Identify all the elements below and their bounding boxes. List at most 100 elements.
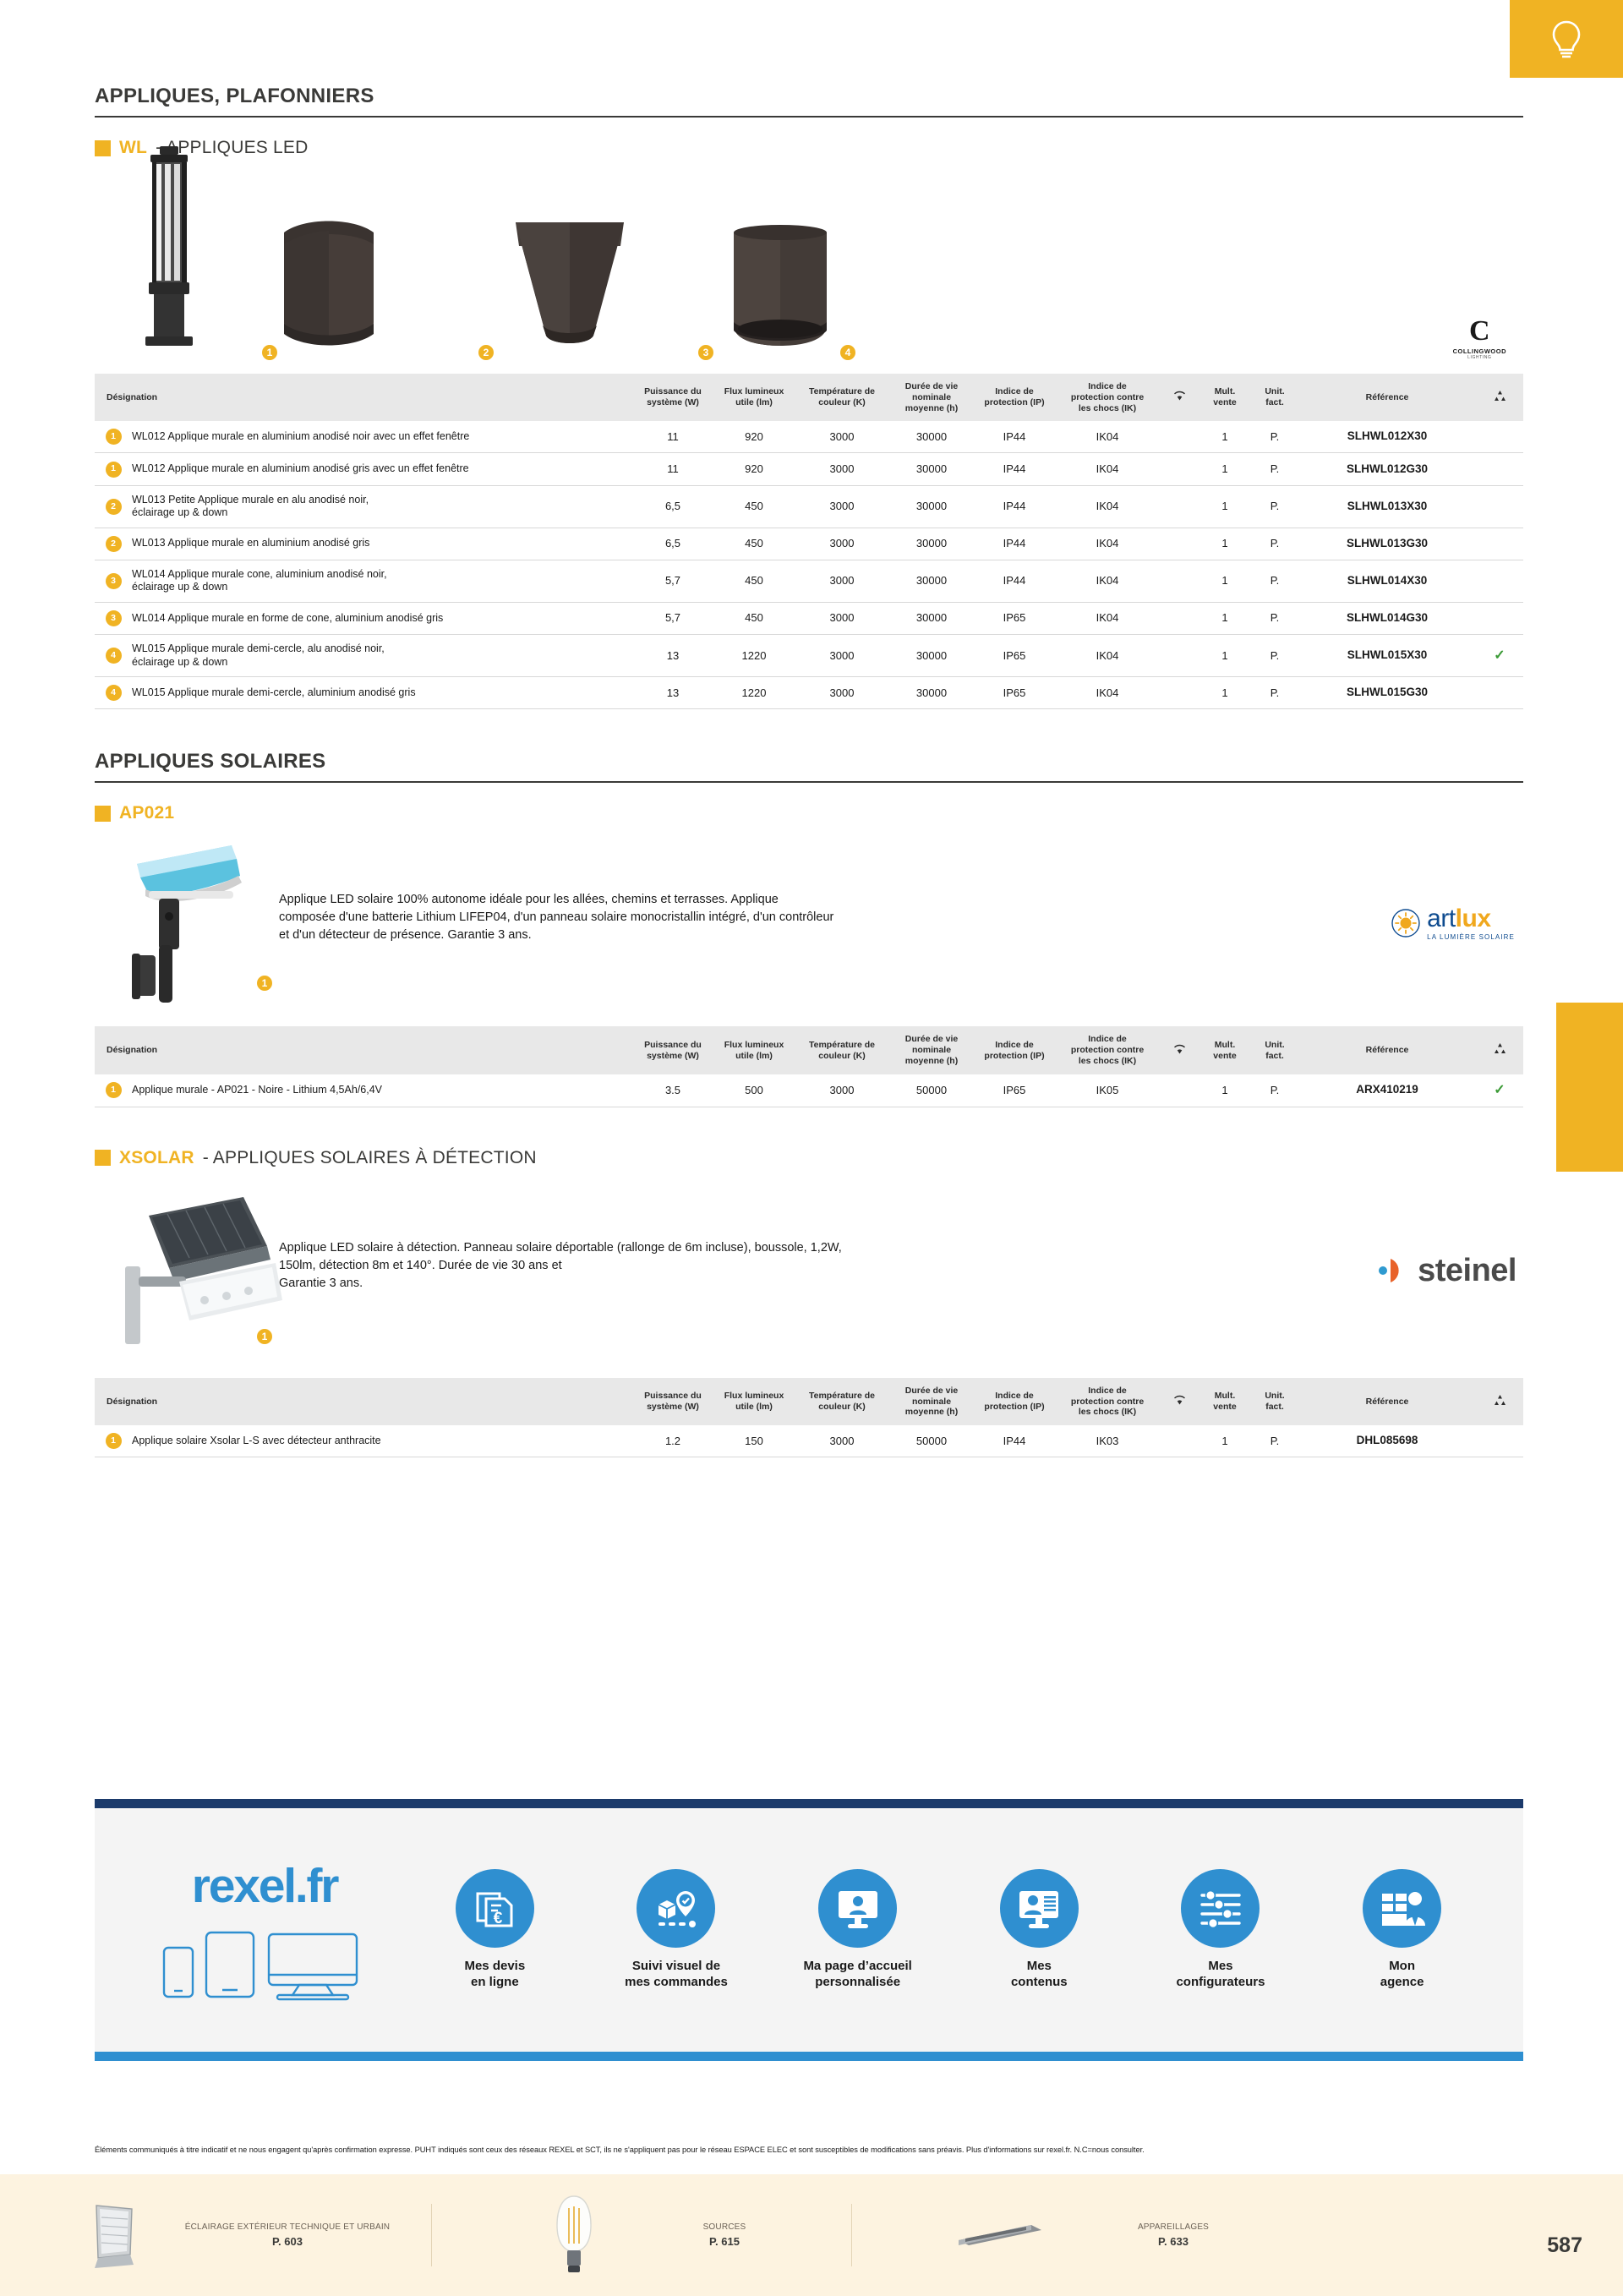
service-item-configurators[interactable]: Mes configurateurs <box>1149 1869 1292 1990</box>
th-unit: Unit. fact. <box>1251 1026 1298 1074</box>
page-content: APPLIQUES, PLAFONNIERS WL - APPLIQUES LE… <box>95 0 1523 1458</box>
wifi-icon <box>1173 1044 1185 1054</box>
row-index-bullet: 2 <box>105 535 122 552</box>
yellow-square-marker <box>95 805 111 822</box>
cell-ip: IP65 <box>974 676 1055 710</box>
service-item-order-tracking[interactable]: Suivi visuel de mes commandes <box>604 1869 748 1990</box>
th-wireless <box>1160 374 1199 422</box>
cell-lifetime: 30000 <box>889 560 974 604</box>
cell-ik: IK04 <box>1055 452 1160 486</box>
cell-unit: P. <box>1251 560 1298 604</box>
cell-ip: IP44 <box>974 560 1055 604</box>
cell-mult: 1 <box>1199 602 1251 636</box>
cell-wireless <box>1160 634 1199 678</box>
recycling-icon <box>1494 390 1506 401</box>
cell-reference[interactable]: SLHWL012X30 <box>1298 421 1476 454</box>
th-flux: Flux lumineux utile (lm) <box>713 1026 795 1074</box>
xsolar-table-body: 1 Applique solaire Xsolar L-S avec détect… <box>95 1425 1523 1458</box>
bottom-navigation: ÉCLAIRAGE EXTÉRIEUR TECHNIQUE ET URBAIN … <box>0 2174 1623 2296</box>
steinel-mark-icon <box>1379 1259 1399 1283</box>
cell-wireless <box>1160 452 1199 486</box>
photo-bullet-2: 2 <box>477 343 495 362</box>
cell-recycling <box>1476 485 1523 528</box>
recycling-icon <box>1494 1394 1506 1405</box>
th-designation: Désignation <box>95 1377 632 1426</box>
cell-power: 11 <box>632 452 713 486</box>
wifi-icon <box>1173 1395 1185 1405</box>
bulb-icon <box>556 2195 592 2272</box>
wl-spec-table: Désignation Puissance du système (W) Flu… <box>95 374 1523 710</box>
th-temperature: Température de couleur (K) <box>795 374 889 422</box>
cell-reference[interactable]: SLHWL015X30 <box>1298 634 1476 678</box>
cell-flux: 920 <box>713 452 795 486</box>
quote-euro-icon-circle: € <box>455 1869 534 1949</box>
driver-icon <box>959 2225 1041 2245</box>
cell-designation: WL015 Applique murale demi-cercle, alu a… <box>127 634 632 678</box>
cell-reference[interactable]: SLHWL013G30 <box>1298 528 1476 560</box>
cell-unit: P. <box>1251 452 1298 486</box>
photo-bullet-3: 3 <box>697 343 715 362</box>
cell-index: 4 <box>95 634 127 678</box>
cell-flux: 450 <box>713 560 795 604</box>
cell-unit: P. <box>1251 1425 1298 1458</box>
cell-ip: IP44 <box>974 485 1055 528</box>
service-item-contents[interactable]: Mes contenus <box>967 1869 1111 1990</box>
cell-designation: WL012 Applique murale en aluminium anodi… <box>127 421 632 454</box>
table-header-row: Désignation Puissance du système (W) Flu… <box>95 1026 1523 1074</box>
service-item-quotes[interactable]: € Mes devis en ligne <box>423 1869 566 1990</box>
configurator-sliders-icon <box>1200 1889 1241 1928</box>
cell-reference[interactable]: SLHWL013X30 <box>1298 485 1476 528</box>
collingwood-mark: C <box>1469 315 1490 347</box>
xsolar-spec-table: Désignation Puissance du système (W) Flu… <box>95 1377 1523 1458</box>
cell-reference[interactable]: SLHWL014G30 <box>1298 602 1476 636</box>
service-label: Mon agence <box>1380 1959 1424 1989</box>
subsection-xsolar-heading: XSOLAR - APPLIQUES SOLAIRES À DÉTECTION <box>95 1148 1523 1168</box>
ap021-spec-table: Désignation Puissance du système (W) Flu… <box>95 1026 1523 1107</box>
row-index-bullet: 3 <box>105 610 122 627</box>
cell-reference[interactable]: SLHWL015G30 <box>1298 676 1476 710</box>
stock-check-icon: ✓ <box>1494 648 1506 663</box>
cell-reference[interactable]: SLHWL014X30 <box>1298 560 1476 604</box>
xsolar-description: Applique LED solaire à détection. Pannea… <box>279 1240 842 1290</box>
botnav-item-eclairage[interactable]: ÉCLAIRAGE EXTÉRIEUR TECHNIQUE ET URBAIN … <box>85 2174 431 2296</box>
th-recycling <box>1476 1026 1523 1074</box>
botnav-item-sources[interactable]: SOURCES P. 615 <box>550 2174 851 2296</box>
service-item-agency[interactable]: Mon agence <box>1331 1869 1474 1990</box>
cell-reference[interactable]: DHL085698 <box>1298 1425 1476 1458</box>
service-label: Mes configurateurs <box>1176 1959 1265 1989</box>
table-row: 1 Applique solaire Xsolar L-S avec détect… <box>95 1425 1523 1458</box>
table-row: 2 WL013 Applique murale en aluminium anod… <box>95 528 1523 560</box>
th-unit: Unit. fact. <box>1251 374 1298 422</box>
service-label: Ma page d’accueil personnalisée <box>803 1959 912 1989</box>
cell-ik: IK04 <box>1055 485 1160 528</box>
service-label: Mes devis en ligne <box>464 1959 526 1989</box>
cell-reference[interactable]: ARX410219 <box>1298 1074 1476 1107</box>
xsolar-photo-bullet: 1 <box>255 1326 274 1346</box>
table-row: 1 Applique murale - AP021 - Noire - Lithi… <box>95 1074 1523 1107</box>
botnav-item-appareillages[interactable]: APPAREILLAGES P. 633 <box>954 2174 1300 2296</box>
cell-power: 5,7 <box>632 560 713 604</box>
botnav-title: SOURCES <box>702 2222 746 2232</box>
cell-index: 2 <box>95 528 127 560</box>
subsection-code: AP021 <box>119 803 175 823</box>
product-photo-wl013 <box>277 216 380 355</box>
cell-power: 11 <box>632 421 713 454</box>
cell-wireless <box>1160 676 1199 710</box>
botnav-page: P. 633 <box>1158 2235 1189 2248</box>
cell-reference[interactable]: SLHWL012G30 <box>1298 452 1476 486</box>
row-index-bullet: 1 <box>105 1082 122 1099</box>
cell-ik: IK04 <box>1055 528 1160 560</box>
cell-unit: P. <box>1251 602 1298 636</box>
th-wireless <box>1160 1377 1199 1426</box>
th-lifetime: Durée de vie nominale moyenne (h) <box>889 374 974 422</box>
th-ip: Indice de protection (IP) <box>974 1377 1055 1426</box>
cell-power: 6,5 <box>632 485 713 528</box>
subsection-label: - APPLIQUES SOLAIRES À DÉTECTION <box>202 1147 537 1167</box>
cell-mult: 1 <box>1199 452 1251 486</box>
collingwood-name: COLLINGWOOD <box>1452 347 1506 355</box>
cell-index: 1 <box>95 1425 127 1458</box>
service-item-homepage[interactable]: Ma page d’accueil personnalisée <box>786 1869 930 1990</box>
cell-designation: WL014 Applique murale cone, aluminium an… <box>127 560 632 604</box>
cell-index: 4 <box>95 676 127 710</box>
botnav-title: APPAREILLAGES <box>1137 2222 1210 2232</box>
